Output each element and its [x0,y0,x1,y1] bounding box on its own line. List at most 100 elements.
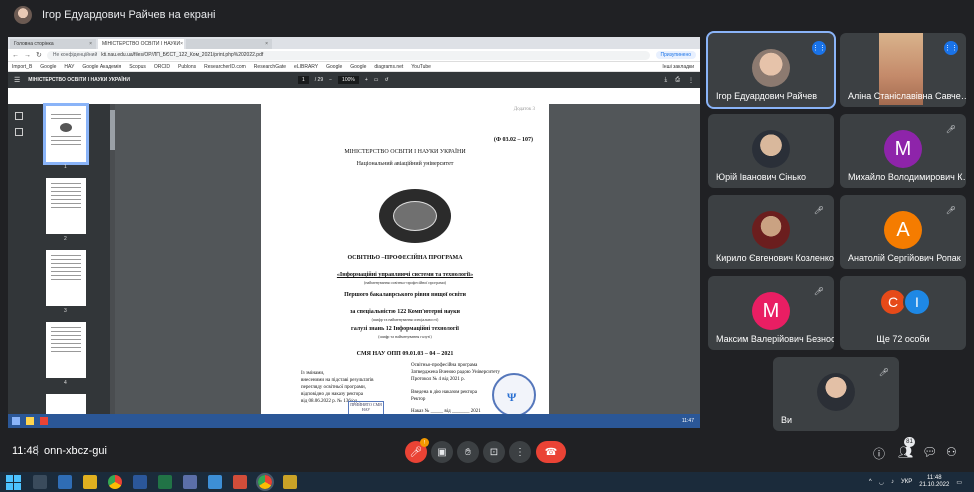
bookmark[interactable]: ResearchGate [254,64,286,70]
browser-tab[interactable]: Головна сторінка × [10,39,96,49]
participant-tile[interactable]: M 🎤︎ Михайло Володимирович Ко... [840,114,966,188]
university-emblem [379,189,451,243]
mic-toggle-button[interactable]: 🎤︎ ! [405,438,429,463]
menu-icon[interactable]: ☰ [14,76,20,84]
word-icon[interactable] [133,475,147,489]
page-thumbnail[interactable] [43,103,89,165]
page-thumbnail[interactable] [46,322,86,378]
chrome-icon[interactable] [108,475,122,489]
info-icon[interactable]: ⓘ [873,445,885,462]
notification-icon[interactable]: ▭ [956,479,962,486]
back-icon[interactable]: ← [12,52,19,59]
tray-time: 11:48 [927,475,942,481]
more-options-button[interactable]: ⋮ [509,441,531,463]
audio-level-icon: ⋮⋮ [812,41,826,55]
profile-button[interactable]: Призупинено [655,51,696,59]
tray-date: 21.10.2022 [919,482,950,488]
bookmark[interactable]: Google [350,64,366,70]
bookmark[interactable]: Google [326,64,342,70]
page-thumbnail[interactable] [46,394,86,414]
browser-tab-active[interactable]: МІНІСТЕРСТВО ОСВІТИ І НАУКИ × [98,39,184,49]
others-tile[interactable]: C I Ще 72 особи [840,276,966,350]
reload-icon[interactable]: ↻ [36,51,42,59]
keyboard-language[interactable]: УКР [901,479,912,485]
meet-window: Ігор Едуардович Райчев на екрані Головна… [0,0,974,492]
app-icon[interactable] [208,475,222,489]
self-tile[interactable]: 🎤︎ Ви [773,357,899,431]
tray-clock[interactable]: 11:48 21.10.2022 [919,475,949,489]
thumbnails-icon[interactable] [15,112,23,120]
bookmark[interactable]: YouTube [411,64,431,70]
bookmark[interactable]: ResearcherID.com [204,64,246,70]
camera-icon: ▣ [437,446,447,458]
download-icon[interactable]: ⤓ [665,77,668,84]
app-icon[interactable] [58,475,72,489]
url-input[interactable]: Не конфіденційний kti.nau.edu.ua/files/O… [46,50,650,60]
outline-icon[interactable] [15,128,23,136]
print-icon[interactable]: ⎙ [675,77,680,84]
zoom-input[interactable]: 100% [338,76,359,84]
participant-tile[interactable]: ⋮⋮ Ігор Едуардович Райчев [706,31,836,109]
meeting-clock: 11:48 [12,445,39,457]
participant-tile[interactable]: Юрій Іванович Сінько [708,114,834,188]
page-number-input[interactable]: 1 [298,76,309,84]
raise-hand-button[interactable]: ✋︎ [457,441,479,463]
forward-icon[interactable]: → [24,52,31,59]
fit-page-icon[interactable]: ▭ [374,77,379,83]
people-icon[interactable]: 👥︎ [898,445,913,459]
present-button[interactable]: ⊡ [483,441,505,463]
doc-note: перегляду освітньої програми, [301,385,366,390]
excel-icon[interactable] [158,475,172,489]
app-icon[interactable] [233,475,247,489]
page-total: / 29 [314,77,324,83]
chrome-active-icon[interactable] [256,473,274,491]
activities-icon[interactable]: ⚇ [946,445,957,459]
bookmark[interactable]: diagrams.net [374,64,403,70]
mic-off-icon: 🎤︎ [945,205,957,215]
participant-tile[interactable]: ⋮⋮ Аліна Станіславівна Савченко [840,33,966,107]
chat-icon[interactable]: 💬︎ [922,445,937,459]
app-icon[interactable] [283,475,297,489]
browser-tab[interactable]: × [186,39,272,49]
zoom-out-icon[interactable]: − [329,77,332,83]
camera-toggle-button[interactable]: ▣ [431,441,453,463]
zoom-in-icon[interactable]: + [365,77,368,83]
participant-tile[interactable]: A 🎤︎ Анатолій Сергійович Ропак [840,195,966,269]
participant-name: Юрій Іванович Сінько [716,172,806,182]
bookmark[interactable]: Import_B [12,64,32,70]
chevron-up-icon[interactable]: ^ [869,479,872,485]
windows-start-icon[interactable] [6,475,22,490]
other-bookmarks[interactable]: Інші закладки [662,64,694,70]
bookmark[interactable]: Scopus [129,64,146,70]
thumbnail-scrollbar[interactable] [110,104,115,414]
bookmark[interactable]: eLIBRARY [294,64,318,70]
doc-note: внесеними на підставі результатів [301,378,374,383]
bookmark[interactable]: НАУ [64,64,74,70]
participant-name: Кирило Євгенович Козленко [716,253,834,263]
bookmarks-bar: Import_B Google НАУ Google Академія Scop… [8,62,700,72]
close-icon[interactable]: × [180,41,183,47]
participant-tile[interactable]: 🎤︎ Кирило Євгенович Козленко [708,195,834,269]
app-icon[interactable] [183,475,197,489]
url-text: kti.nau.edu.ua/files/OP/ЛП_БЄСТ_122_Ком_… [101,52,264,58]
network-icon[interactable]: ◡ [879,479,884,486]
participant-name: Аліна Станіславівна Савченко [848,91,966,101]
bookmark[interactable]: Publons [178,64,196,70]
page-thumbnail[interactable] [46,250,86,306]
bookmark[interactable]: Google [40,64,56,70]
participant-tile[interactable]: M 🎤︎ Максим Валерійович Безнос [708,276,834,350]
rotate-icon[interactable]: ↺ [385,77,389,83]
page-thumbnail[interactable] [46,178,86,234]
volume-icon[interactable]: ♪ [891,479,894,485]
presenter-avatar [14,6,32,24]
more-icon[interactable]: ⋮ [688,77,694,84]
scrollbar-thumb[interactable] [110,110,115,150]
close-icon[interactable]: × [89,41,92,47]
system-tray: ^ ◡ ♪ УКР 11:48 21.10.2022 ▭ [869,475,962,489]
close-icon[interactable]: × [265,41,268,47]
bookmark[interactable]: ORCID [154,64,170,70]
bookmark[interactable]: Google Академія [82,64,121,70]
file-explorer-icon[interactable] [83,475,97,489]
leave-call-button[interactable]: ☎︎ [536,441,566,463]
task-view-icon[interactable] [33,475,47,489]
